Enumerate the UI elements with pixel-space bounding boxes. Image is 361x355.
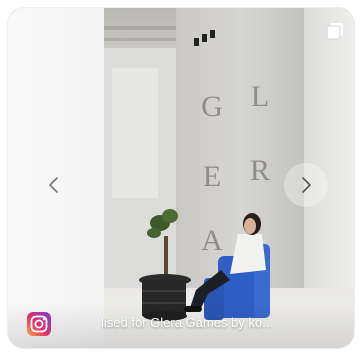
instagram-post-card[interactable]: GL ER A lised for Glera Games by ko...: [8, 8, 354, 348]
chevron-left-icon: [49, 177, 58, 193]
wall-letter: L: [251, 80, 269, 113]
chevron-right-icon: [302, 177, 311, 193]
previous-button[interactable]: [32, 163, 76, 207]
wall-letter: R: [250, 154, 270, 187]
wall-letter: A: [201, 224, 223, 257]
wall-letter: E: [203, 160, 221, 193]
post-caption: lised for Glera Games by ko...: [101, 315, 273, 330]
next-button[interactable]: [284, 163, 328, 207]
wall-letter: G: [201, 90, 223, 123]
multiple-images-icon: [326, 23, 343, 40]
instagram-icon[interactable]: [27, 312, 51, 336]
